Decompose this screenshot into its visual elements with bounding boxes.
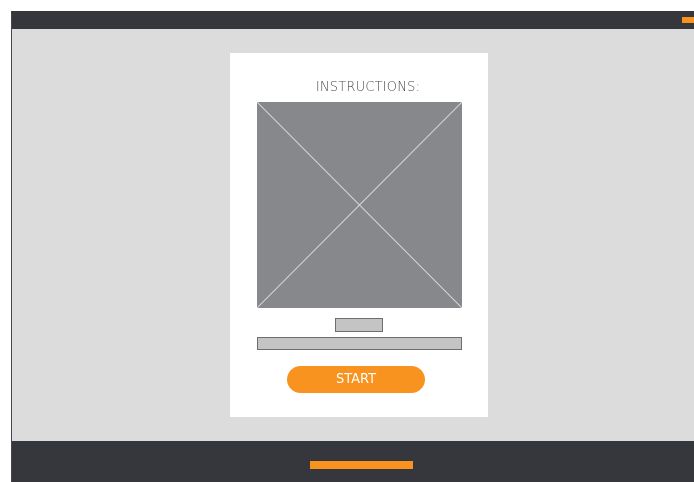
- image-placeholder-icon: [257, 102, 462, 308]
- app-window: INSTRUCTIONS: START: [11, 11, 694, 482]
- instructions-title: INSTRUCTIONS:: [315, 80, 421, 95]
- start-button[interactable]: START: [287, 366, 425, 393]
- top-bar: [12, 11, 694, 29]
- bottom-bar-indicator: [310, 461, 413, 469]
- top-bar-accent: [682, 17, 694, 23]
- bottom-bar: [12, 441, 694, 482]
- caption-placeholder: [335, 318, 383, 332]
- text-line-placeholder: [257, 337, 462, 350]
- instructions-card: INSTRUCTIONS: START: [230, 53, 488, 417]
